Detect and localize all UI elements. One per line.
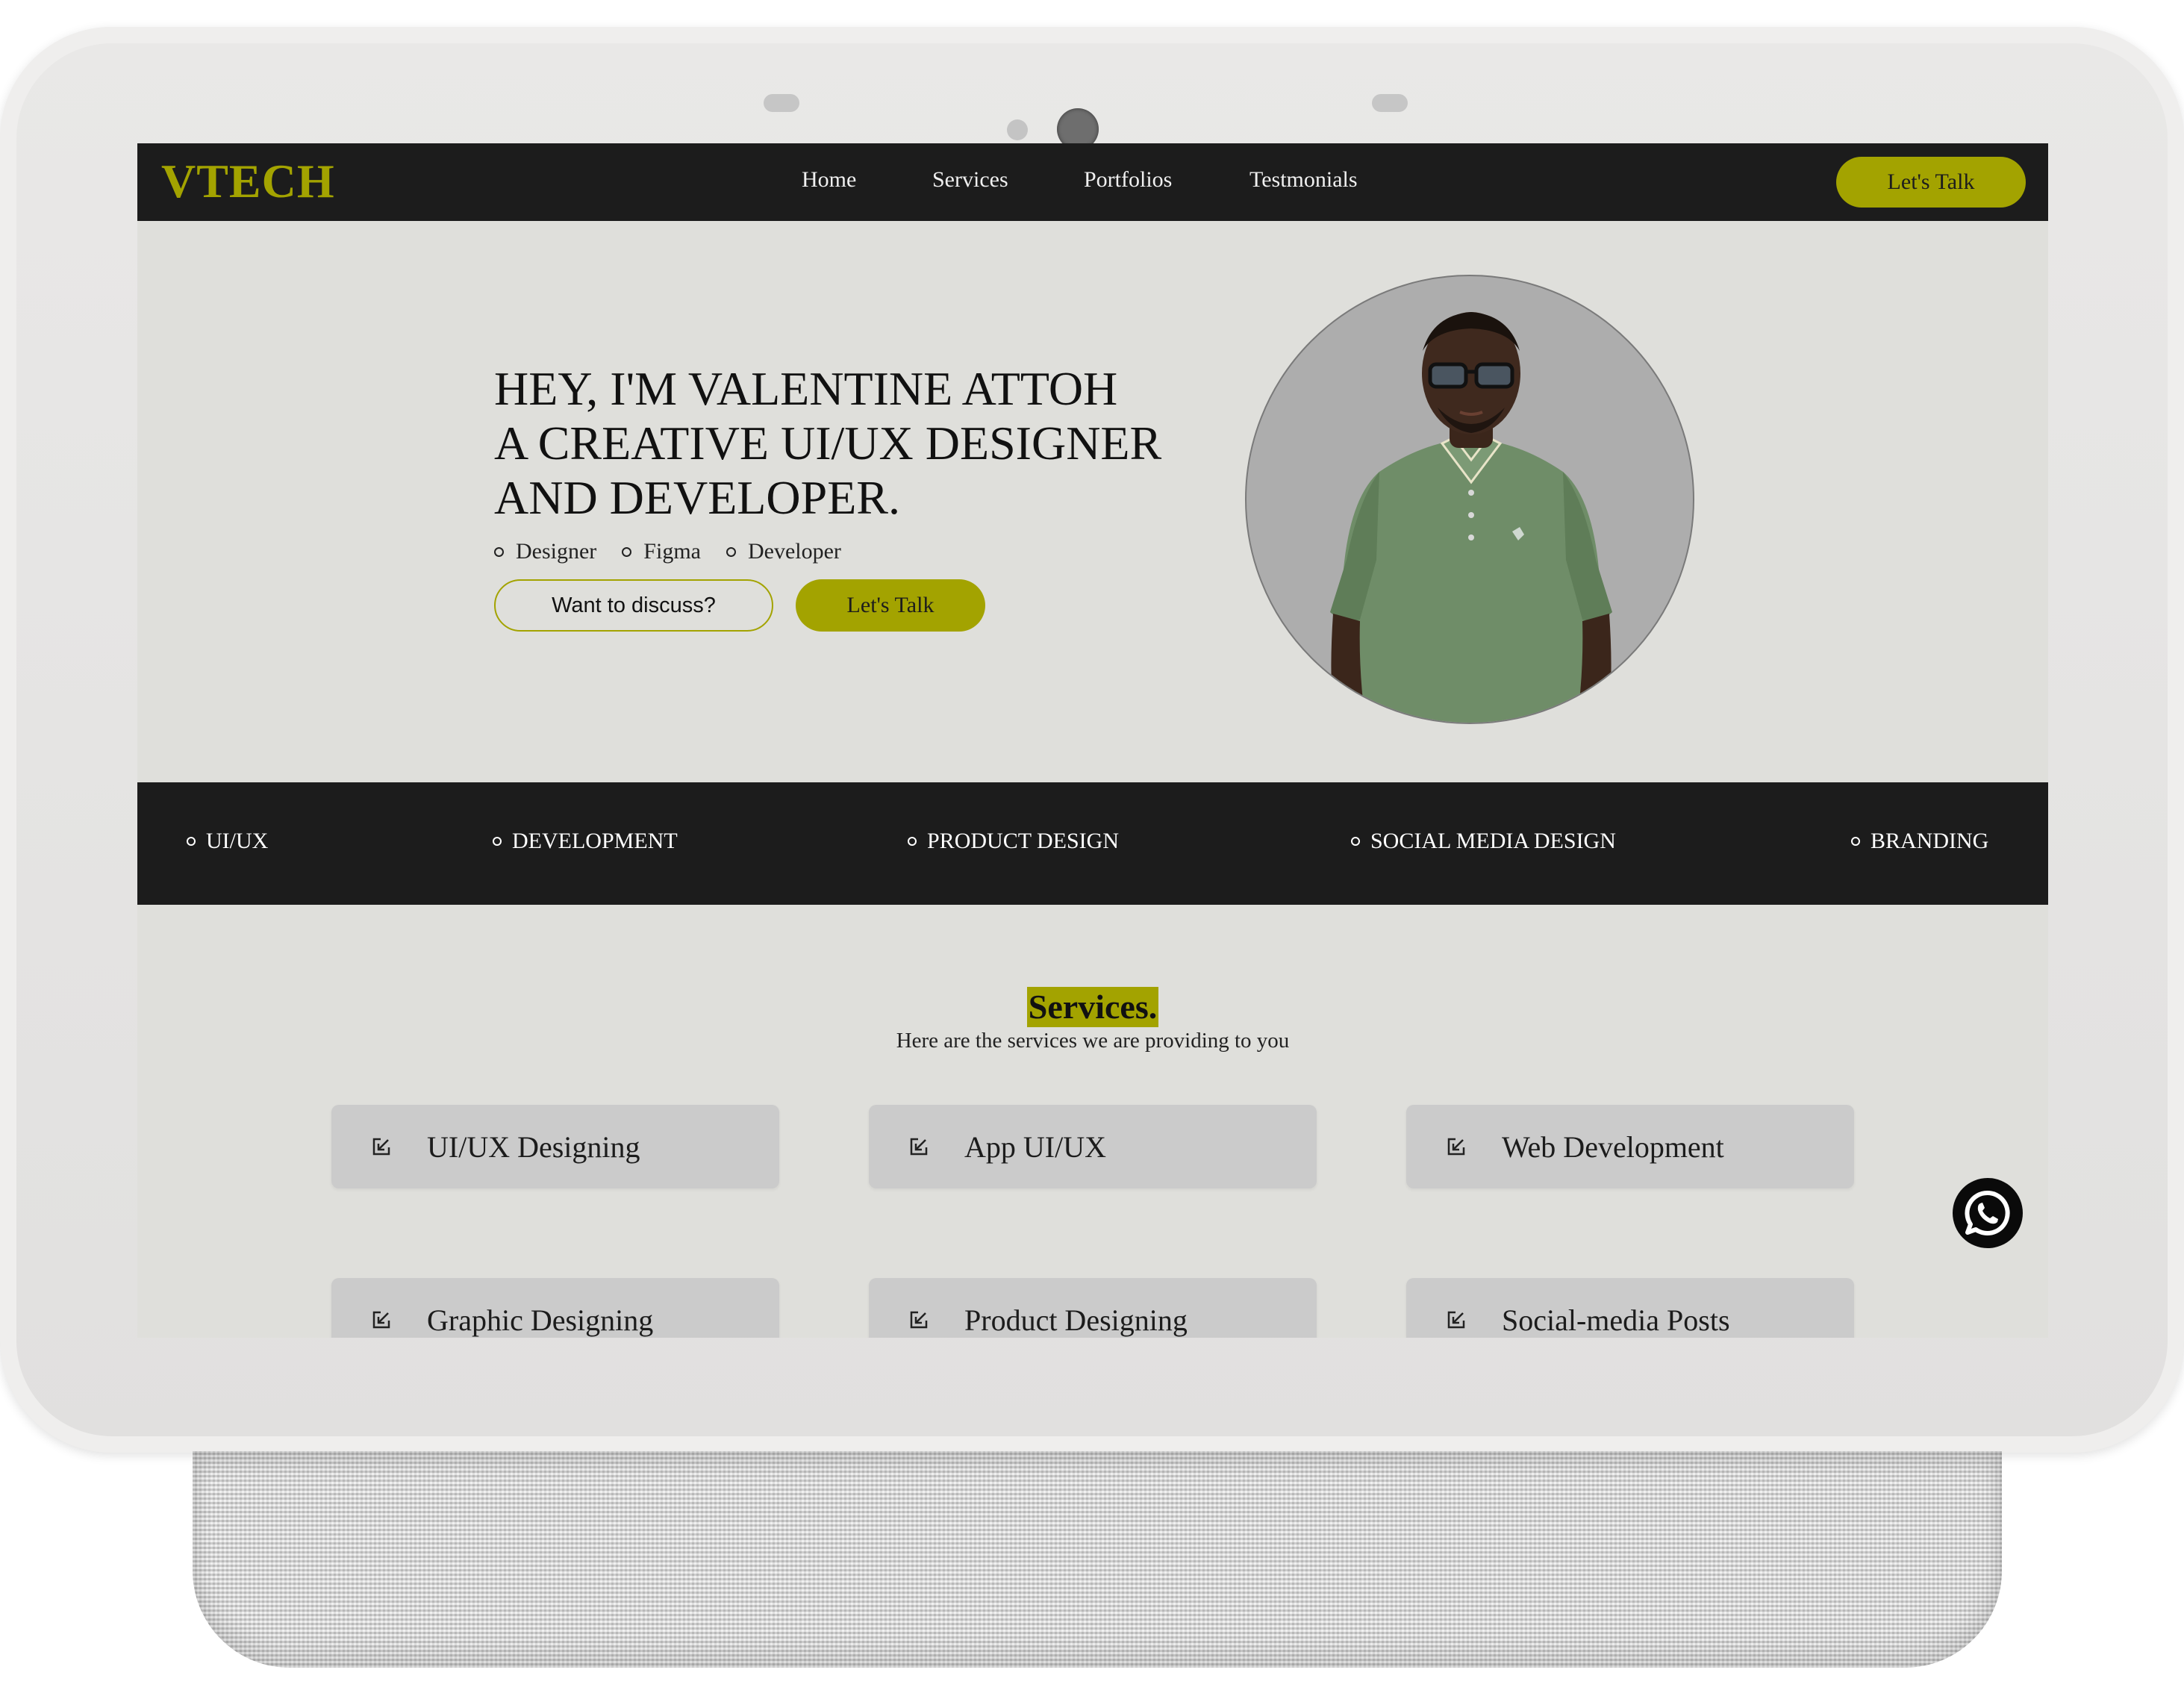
service-card-label: UI/UX Designing [427,1129,640,1164]
service-card-social-media-posts[interactable]: Social-media Posts [1406,1278,1854,1338]
nav-link-testmonials[interactable]: Testmonials [1249,167,1358,193]
tag-label: Designer [516,539,597,564]
hero-heading-line: HEY, I'M VALENTINE ATTOH [494,362,1118,415]
nav-link-services[interactable]: Services [932,167,1008,193]
band-item-uiux: UI/UX [187,829,268,854]
hero-heading-line: A CREATIVE UI/UX DESIGNER [494,417,1162,470]
service-card-web-development[interactable]: Web Development [1406,1105,1854,1188]
sensor-right [1372,94,1408,112]
screen: VTECH Home Services Portfolios Testmonia… [137,143,2048,1338]
service-card-label: Web Development [1502,1129,1724,1164]
service-card-uiux-designing[interactable]: UI/UX Designing [331,1105,779,1188]
nav-link-portfolios[interactable]: Portfolios [1084,167,1172,193]
band-item-label: BRANDING [1871,829,1989,853]
band-item-branding: BRANDING [1851,829,1988,854]
bullet-icon [726,546,736,557]
hero-heading-line: AND DEVELOPER. [494,471,900,524]
bullet-icon [908,837,917,846]
arrow-down-left-box-icon [372,1311,390,1329]
bullet-icon [622,546,632,557]
service-card-graphic-designing[interactable]: Graphic Designing [331,1278,779,1338]
arrow-down-left-box-icon [910,1311,928,1329]
hero-heading: HEY, I'M VALENTINE ATTOH A CREATIVE UI/U… [494,361,1226,525]
band-item-product-design: PRODUCT DESIGN [908,829,1119,854]
hero-tags: Designer Figma Developer [494,539,841,564]
person-photo [1330,312,1612,723]
arrow-down-left-box-icon [1447,1311,1465,1329]
tag-developer: Developer [726,539,841,564]
tag-designer: Designer [494,539,596,564]
skills-band: UI/UX DEVELOPMENT PRODUCT DESIGN SOCIAL … [137,782,2048,905]
whatsapp-chat-button[interactable] [1953,1178,2023,1248]
speaker-base [193,1451,2002,1668]
band-item-label: SOCIAL MEDIA DESIGN [1370,829,1616,853]
service-card-label: Social-media Posts [1502,1303,1730,1337]
band-item-label: PRODUCT DESIGN [927,829,1119,853]
nav-link-home[interactable]: Home [802,167,856,193]
service-card-label: Graphic Designing [427,1303,654,1337]
profile-portrait [1245,275,1694,724]
service-card-label: Product Designing [964,1303,1188,1337]
hero-lets-talk-button[interactable]: Let's Talk [796,579,985,632]
nav-lets-talk-button[interactable]: Let's Talk [1836,157,2026,208]
arrow-down-left-box-icon [910,1138,928,1156]
band-item-social-media-design: SOCIAL MEDIA DESIGN [1351,829,1616,854]
bullet-icon [493,837,502,846]
service-card-product-designing[interactable]: Product Designing [869,1278,1317,1338]
bullet-icon [494,546,504,557]
band-item-development: DEVELOPMENT [493,829,678,854]
service-card-app-uiux[interactable]: App UI/UX [869,1105,1317,1188]
arrow-down-left-box-icon [1447,1138,1465,1156]
logo[interactable]: VTECH [161,154,335,209]
bullet-icon [1851,837,1860,846]
services-title-wrap: Services. [137,987,2048,1027]
bullet-icon [1351,837,1360,846]
sensor-left [764,94,799,112]
band-item-label: DEVELOPMENT [512,829,678,853]
services-subtitle: Here are the services we are providing t… [896,1029,1290,1053]
tag-label: Developer [747,539,841,564]
arrow-down-left-box-icon [372,1138,390,1156]
whatsapp-icon [1965,1190,2010,1235]
tag-figma: Figma [622,539,701,564]
bullet-icon [187,837,196,846]
band-item-label: UI/UX [206,829,269,853]
service-card-label: App UI/UX [964,1129,1106,1164]
tag-label: Figma [643,539,701,564]
ambient-sensor [1007,119,1028,140]
navbar: VTECH Home Services Portfolios Testmonia… [137,143,2048,221]
want-to-discuss-button[interactable]: Want to discuss? [494,579,773,632]
services-title: Services. [1026,987,1159,1027]
